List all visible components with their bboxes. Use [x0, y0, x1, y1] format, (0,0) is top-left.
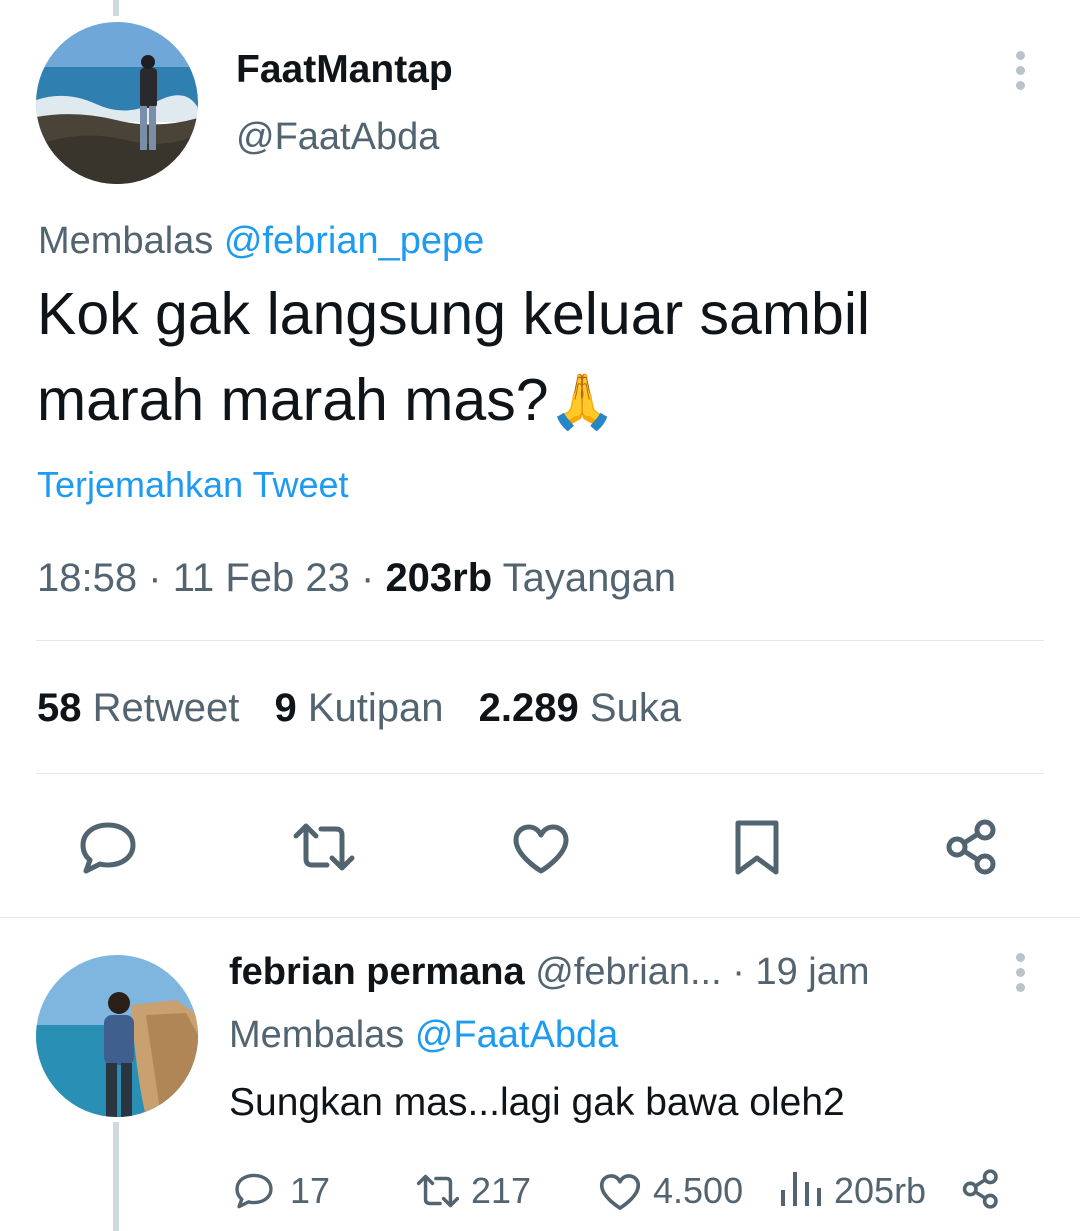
- retweet-icon[interactable]: [291, 821, 357, 873]
- reply-count: 17: [290, 1170, 331, 1211]
- reply-display-name[interactable]: febrian permana: [229, 951, 525, 993]
- tweet-meta: 18:58 · 11 Feb 23 · 203rb Tayangan: [37, 556, 676, 601]
- reply-more-icon[interactable]: [1016, 953, 1026, 998]
- reply-view-count: 205rb: [834, 1170, 927, 1211]
- folded-hands-emoji: 🙏: [548, 372, 616, 432]
- reply-retweet-count: 217: [471, 1170, 532, 1211]
- like-icon[interactable]: [512, 823, 570, 875]
- avatar[interactable]: [36, 22, 198, 184]
- reply-to-link[interactable]: @febrian_pepe: [224, 220, 484, 262]
- display-name[interactable]: FaatMantap: [236, 48, 453, 92]
- reply-icon[interactable]: [78, 820, 138, 876]
- quotes-count: 9: [274, 686, 297, 730]
- divider: [0, 917, 1080, 918]
- reply-like-icon[interactable]: [598, 1173, 642, 1211]
- retweets-count: 58: [37, 686, 82, 730]
- views-label: Tayangan: [502, 556, 677, 600]
- quotes-stat[interactable]: 9 Kutipan: [275, 686, 444, 730]
- retweets-label: Retweet: [92, 686, 240, 730]
- likes-count: 2.289: [478, 686, 579, 730]
- quotes-label: Kutipan: [307, 686, 444, 730]
- reply-handle[interactable]: @febrian...: [535, 951, 721, 993]
- views-icon[interactable]: [779, 1168, 823, 1208]
- more-icon[interactable]: [1016, 51, 1026, 96]
- tweet-text-line2: marah marah mas?🙏: [37, 366, 616, 434]
- reply-reply-icon[interactable]: [233, 1172, 275, 1210]
- thread-line-top: [113, 0, 119, 16]
- reply-time[interactable]: 19 jam: [755, 951, 869, 993]
- bookmark-icon[interactable]: [734, 819, 780, 877]
- reply-text: Sungkan mas...lagi gak bawa oleh2: [229, 1081, 845, 1124]
- reply-share-icon[interactable]: [961, 1168, 1001, 1210]
- reply-retweet-icon[interactable]: [413, 1173, 463, 1209]
- meta-separator: ·: [148, 556, 162, 600]
- thread-line-bottom: [113, 1122, 119, 1231]
- divider: [36, 640, 1044, 641]
- share-icon[interactable]: [944, 818, 1000, 876]
- divider: [36, 773, 1044, 774]
- likes-label: Suka: [589, 686, 682, 730]
- translate-link[interactable]: Terjemahkan Tweet: [37, 464, 349, 506]
- tweet-date[interactable]: 11 Feb 23: [173, 556, 350, 600]
- tweet-text-line1: Kok gak langsung keluar sambil: [37, 281, 871, 347]
- reply-time-separator: ·: [732, 951, 745, 993]
- reply-like-count: 4.500: [653, 1170, 744, 1211]
- likes-stat[interactable]: 2.289 Suka: [479, 686, 681, 730]
- reply-context: Membalas @febrian_pepe: [38, 220, 484, 263]
- views-count: 203rb: [385, 556, 493, 600]
- reply-avatar[interactable]: [36, 955, 198, 1117]
- reply-context: Membalas @FaatAbda: [229, 1014, 618, 1057]
- reply-prefix: Membalas: [38, 220, 214, 262]
- meta-separator: ·: [360, 556, 375, 600]
- tweet-time[interactable]: 18:58: [37, 556, 137, 600]
- reply-prefix: Membalas: [229, 1014, 405, 1056]
- engagement-stats: 58 Retweet 9 Kutipan 2.289 Suka: [37, 686, 681, 731]
- retweets-stat[interactable]: 58 Retweet: [37, 686, 239, 730]
- handle[interactable]: @FaatAbda: [236, 116, 439, 159]
- reply-to-link[interactable]: @FaatAbda: [415, 1014, 618, 1056]
- reply-header: febrian permana @febrian... · 19 jam: [229, 951, 870, 994]
- tweet-text: marah marah mas?: [37, 367, 549, 433]
